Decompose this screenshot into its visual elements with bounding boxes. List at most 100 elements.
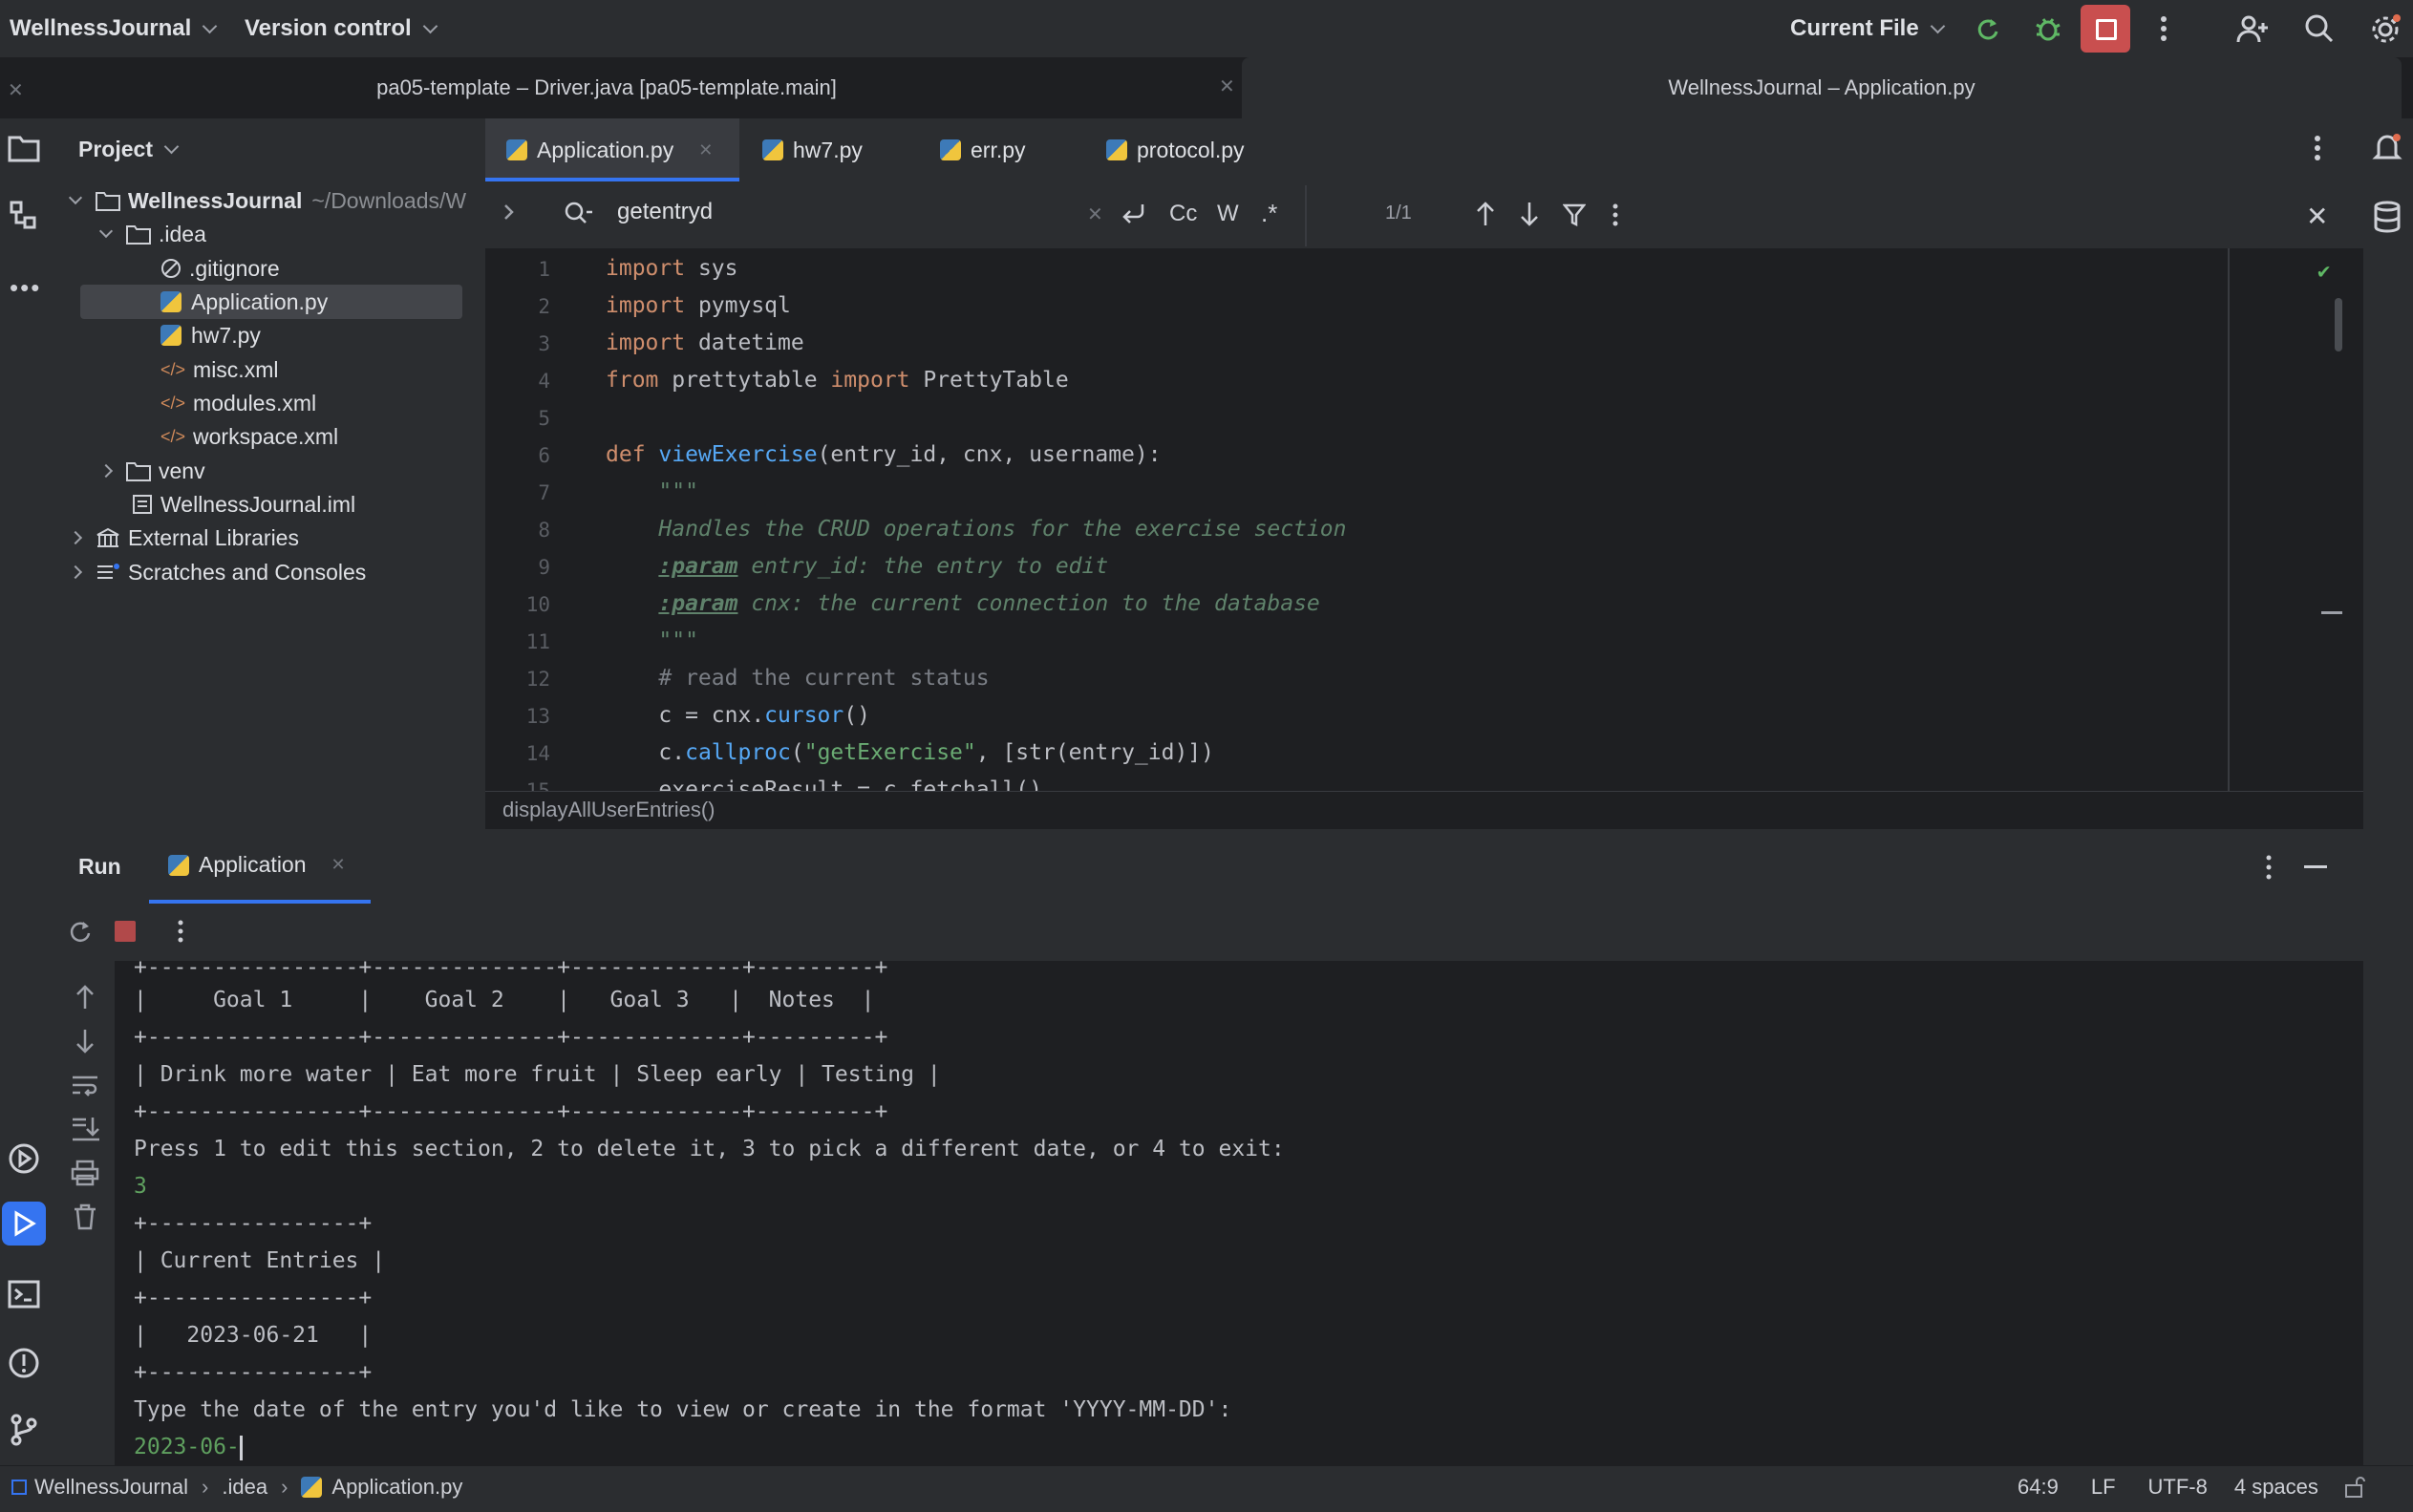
tree-item-label: hw7.py — [191, 322, 261, 348]
tree-item-workspace-xml[interactable]: </> workspace.xml — [160, 420, 338, 453]
tree-item-label: misc.xml — [193, 356, 279, 382]
services-tool-icon[interactable] — [8, 1142, 40, 1175]
tree-item-misc-xml[interactable]: </> misc.xml — [160, 353, 278, 386]
rerun-icon[interactable] — [1974, 15, 2002, 44]
clear-trash-icon[interactable] — [73, 1203, 97, 1230]
tree-item-venv[interactable]: venv — [98, 455, 205, 487]
project-tool-icon[interactable] — [8, 134, 40, 162]
terminal-tool-icon[interactable] — [8, 1280, 40, 1309]
more-icon[interactable] — [2157, 13, 2170, 44]
no-problems-check-icon: ✔ — [2317, 260, 2331, 284]
tree-item-idea[interactable]: .idea — [98, 218, 206, 250]
close-find-icon[interactable]: ✕ — [2306, 201, 2328, 232]
previous-match-arrow-icon[interactable] — [1475, 201, 1496, 227]
tab-hw7-py[interactable]: hw7.py — [762, 118, 863, 181]
python-file-icon — [762, 139, 783, 160]
tree-root-label: WellnessJournal — [128, 187, 303, 213]
close-run-tab-icon[interactable]: ✕ — [331, 855, 346, 875]
close-window-tab-icon[interactable]: ✕ — [1219, 75, 1235, 98]
window-tab-pa05[interactable]: pa05-template – Driver.java [pa05-templa… — [29, 57, 1185, 118]
window-tab-wellnessjournal[interactable]: WellnessJournal – Application.py — [1242, 57, 2402, 118]
status-crumb-project[interactable]: WellnessJournal — [34, 1475, 188, 1500]
project-panel-title[interactable]: Project — [78, 130, 180, 168]
match-count: 1/1 — [1385, 202, 1412, 224]
add-user-icon[interactable] — [2235, 13, 2270, 44]
database-icon[interactable] — [2373, 201, 2402, 233]
regex-toggle[interactable]: .* — [1261, 199, 1277, 228]
more-tools-icon[interactable]: ••• — [10, 273, 41, 303]
editor-scrollbar-thumb[interactable] — [2335, 298, 2342, 351]
soft-wrap-icon[interactable] — [71, 1074, 99, 1098]
code-line: from prettytable import PrettyTable — [606, 368, 1069, 393]
scroll-down-arrow-icon[interactable] — [75, 1028, 96, 1054]
module-file-icon — [133, 495, 152, 514]
search-icon[interactable] — [2304, 13, 2335, 44]
print-icon[interactable] — [71, 1160, 99, 1186]
filter-icon[interactable] — [1563, 202, 1586, 227]
code-line: import sys — [606, 256, 738, 281]
find-input[interactable]: getentryd — [617, 199, 1076, 231]
minimize-panel-icon[interactable] — [2304, 865, 2327, 868]
console-input-line[interactable]: 2023-06- — [134, 1435, 243, 1460]
version-control-menu[interactable]: Version control — [245, 0, 438, 57]
close-tab-icon[interactable]: ✕ — [698, 140, 713, 160]
indent-setting[interactable]: 4 spaces — [2234, 1475, 2318, 1500]
git-tool-icon[interactable] — [10, 1414, 38, 1446]
debug-icon[interactable] — [2033, 13, 2063, 44]
tree-item-hw7-py[interactable]: hw7.py — [160, 319, 261, 351]
run-config-selector[interactable]: Current File — [1790, 0, 1945, 57]
run-tab-application[interactable]: Application ✕ — [168, 852, 346, 878]
line-separator[interactable]: LF — [2091, 1475, 2116, 1500]
tab-options-icon[interactable] — [2312, 134, 2323, 162]
tree-item-label: Application.py — [191, 288, 329, 314]
tab-err-py[interactable]: err.py — [940, 118, 1026, 181]
tree-item-label: Scratches and Consoles — [128, 559, 367, 585]
close-window-tab-icon[interactable]: ✕ — [8, 78, 24, 102]
run-console[interactable]: +----------------+--------------+-------… — [115, 961, 2350, 1465]
settings-gear-icon[interactable] — [2369, 13, 2402, 46]
search-history-icon[interactable] — [564, 201, 594, 225]
run-tool-button[interactable] — [2, 1202, 46, 1246]
code-breadcrumb[interactable]: displayAllUserEntries() — [502, 798, 715, 822]
python-file-icon — [1106, 139, 1127, 160]
structure-tool-icon[interactable] — [10, 201, 38, 231]
scroll-to-end-icon[interactable] — [71, 1116, 99, 1142]
clear-search-icon[interactable]: ✕ — [1087, 202, 1103, 226]
rerun-icon[interactable] — [67, 919, 94, 946]
console-line: +----------------+--------------+-------… — [134, 1099, 888, 1124]
status-crumb-folder[interactable]: .idea — [222, 1475, 267, 1500]
tab-application-py[interactable]: Application.py ✕ — [506, 118, 713, 181]
stop-run-icon[interactable] — [115, 921, 136, 942]
run-more-icon[interactable] — [176, 919, 185, 944]
lock-icon[interactable] — [2343, 1476, 2366, 1499]
code-editor[interactable]: 1 2 3 4 5 6 7 8 9 10 11 12 13 14 15 impo… — [485, 248, 2363, 791]
tree-item-scratches[interactable]: Scratches and Consoles — [68, 556, 367, 588]
project-menu[interactable]: WellnessJournal — [10, 0, 218, 57]
status-crumb-file[interactable]: Application.py — [331, 1475, 462, 1500]
tab-protocol-py[interactable]: protocol.py — [1106, 118, 1245, 181]
tree-item-modules-xml[interactable]: </> modules.xml — [160, 387, 316, 419]
next-match-arrow-icon[interactable] — [1519, 201, 1540, 227]
whole-words-toggle[interactable]: W — [1217, 201, 1239, 227]
status-right: 64:9 LF UTF-8 4 spaces — [2018, 1475, 2366, 1500]
tree-item-application-py[interactable]: Application.py — [160, 286, 328, 318]
stop-button[interactable] — [2081, 5, 2130, 53]
tree-root-wellnessjournal[interactable]: WellnessJournal ~/Downloads/W — [68, 184, 466, 217]
code-line: """ — [606, 479, 698, 504]
new-line-icon[interactable] — [1120, 199, 1148, 227]
line-number: 7 — [538, 481, 550, 504]
code-breadcrumb-bar — [485, 791, 2363, 830]
expand-replace-icon[interactable] — [502, 202, 516, 222]
match-case-toggle[interactable]: Cc — [1169, 201, 1197, 227]
folder-icon — [126, 462, 151, 481]
caret-position[interactable]: 64:9 — [2018, 1475, 2059, 1500]
tree-item-external-libraries[interactable]: External Libraries — [68, 522, 299, 554]
problems-tool-icon[interactable] — [8, 1347, 40, 1379]
scroll-up-arrow-icon[interactable] — [75, 984, 96, 1011]
file-encoding[interactable]: UTF-8 — [2148, 1475, 2208, 1500]
notifications-icon[interactable] — [2371, 132, 2403, 164]
tree-item-gitignore[interactable]: .gitignore — [160, 252, 280, 285]
find-options-icon[interactable] — [1611, 202, 1620, 227]
run-panel-options-icon[interactable] — [2264, 854, 2274, 881]
tree-item-iml[interactable]: WellnessJournal.iml — [132, 488, 355, 521]
